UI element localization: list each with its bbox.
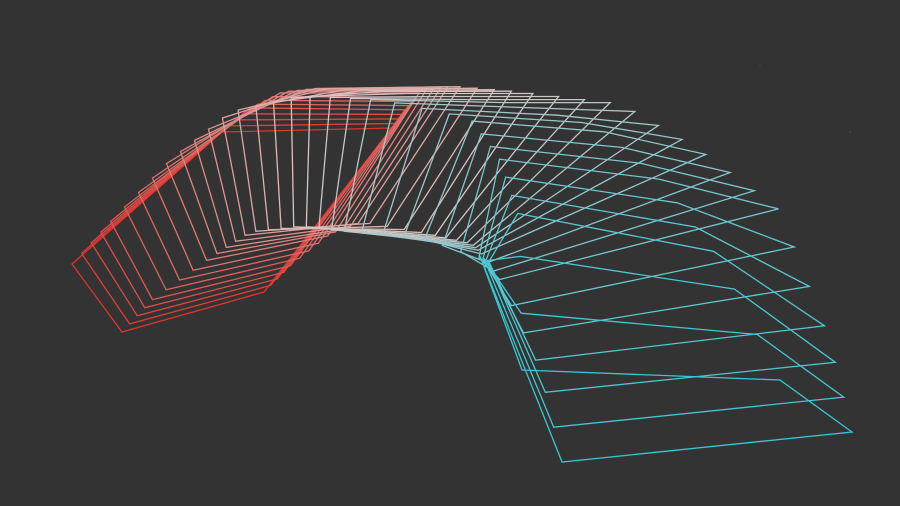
dust-speck	[849, 131, 851, 133]
dust-speck	[759, 65, 761, 67]
artwork-canvas	[0, 0, 900, 506]
